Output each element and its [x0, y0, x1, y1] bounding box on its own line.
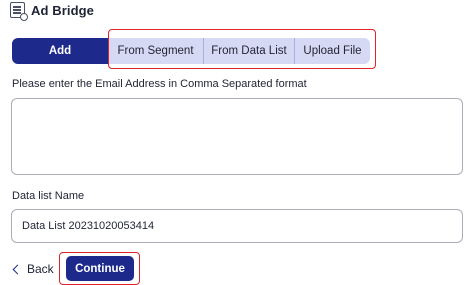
tab-group-sources: From Segment From Data List Upload File: [108, 38, 370, 64]
data-list-name-input[interactable]: [11, 209, 463, 243]
email-field-label: Please enter the Email Address in Comma …: [12, 78, 307, 90]
page-header: Ad Bridge: [10, 1, 95, 21]
tab-add-customers[interactable]: Add Customers: [12, 38, 108, 83]
tab-from-data-list[interactable]: From Data List: [203, 38, 294, 64]
tab-from-segment[interactable]: From Segment: [108, 38, 203, 64]
tab-bar: Add Customers From Segment From Data Lis…: [12, 38, 370, 83]
chevron-left-icon: [12, 264, 23, 274]
email-textarea[interactable]: [11, 98, 463, 175]
continue-button[interactable]: Continue: [66, 256, 134, 281]
app-title: Ad Bridge: [31, 2, 95, 18]
data-list-name-label: Data list Name: [12, 190, 85, 202]
ad-bridge-page: Ad Bridge Add Customers From Segment Fro…: [0, 0, 474, 285]
report-icon: [10, 2, 28, 21]
back-button[interactable]: Back: [12, 260, 54, 278]
tab-upload-file[interactable]: Upload File: [294, 38, 370, 64]
back-label: Back: [27, 262, 54, 276]
